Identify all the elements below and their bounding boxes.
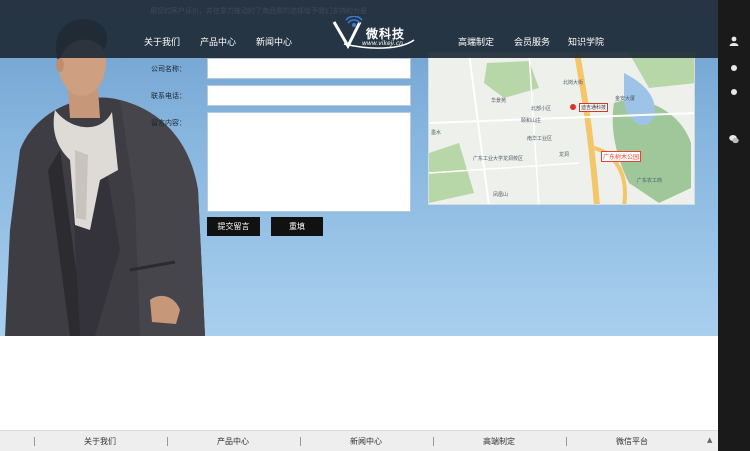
phone-label: 联系电话： xyxy=(151,92,186,100)
bottom-nav-news[interactable]: 新闻中心 xyxy=(350,436,382,447)
map-marker-label: 迪吉通科技 xyxy=(579,103,609,112)
page: 公司名称： 联系电话： 留言内容： 提交留言 重填 北岗大街 华景苑 金安大厦 … xyxy=(0,0,750,451)
map-label: 龙洞 xyxy=(559,152,570,158)
header-intro-text: 用您的客户评价，并在意力推动的了商品质的选择给予我们支持的为是 xyxy=(150,7,367,15)
nav-news[interactable]: 新闻中心 xyxy=(256,35,292,48)
bottom-nav-wechat[interactable]: 微信平台 xyxy=(616,436,648,447)
right-sidebar xyxy=(718,0,750,451)
back-to-top-icon[interactable]: ▲ xyxy=(707,436,712,444)
divider xyxy=(34,437,35,446)
company-input[interactable] xyxy=(207,58,411,79)
submit-button[interactable]: 提交留言 xyxy=(207,217,260,236)
dot-icon[interactable] xyxy=(729,63,739,73)
nav-custom[interactable]: 高端制定 xyxy=(458,35,494,48)
content-blank xyxy=(0,336,718,430)
nav-knowledge[interactable]: 知识学院 xyxy=(568,35,604,48)
user-icon[interactable] xyxy=(729,36,739,46)
map-label: 北部小区 xyxy=(531,106,552,112)
nav-products[interactable]: 产品中心 xyxy=(200,35,236,48)
map-label: 金安大厦 xyxy=(615,96,636,102)
message-textarea[interactable] xyxy=(207,112,411,212)
company-label: 公司名称： xyxy=(151,65,186,73)
bottom-nav-products[interactable]: 产品中心 xyxy=(217,436,249,447)
map-label: 南华工业区 xyxy=(527,136,553,142)
map-label: 北岗大街 xyxy=(563,80,584,86)
reset-button[interactable]: 重填 xyxy=(271,217,323,236)
bottom-nav-bar: 关于我们 产品中心 新闻中心 高端制定 微信平台 ▲ xyxy=(0,430,718,451)
message-label: 留言内容： xyxy=(151,119,186,127)
bottom-nav-about[interactable]: 关于我们 xyxy=(84,436,116,447)
nav-about[interactable]: 关于我们 xyxy=(144,35,180,48)
dot-icon[interactable] xyxy=(729,87,739,97)
map-label: 广东工业大学龙洞校区 xyxy=(473,156,524,162)
wechat-icon[interactable] xyxy=(729,134,739,144)
divider xyxy=(167,437,168,446)
divider xyxy=(566,437,567,446)
map-park-label: 广东树木公园 xyxy=(601,151,642,162)
map-label: 华景苑 xyxy=(491,98,507,104)
map-label: 凤凰山 xyxy=(493,192,509,198)
map-label: 墨水 xyxy=(431,130,442,136)
location-map[interactable]: 北岗大街 华景苑 金安大厦 北部小区 颐和山庄 南华工业区 广东工业大学龙洞校区… xyxy=(428,52,695,205)
phone-input[interactable] xyxy=(207,85,411,106)
divider xyxy=(433,437,434,446)
logo-url: www.vikeji.cn xyxy=(362,40,403,47)
nav-members[interactable]: 会员服务 xyxy=(514,35,550,48)
bottom-nav-custom[interactable]: 高端制定 xyxy=(483,436,515,447)
map-label: 颐和山庄 xyxy=(521,118,542,124)
map-label: 广东农工商 xyxy=(637,178,663,184)
site-header: 用您的客户评价，并在意力推动的了商品质的选择给予我们支持的为是 关于我们 产品中… xyxy=(0,0,718,58)
divider xyxy=(300,437,301,446)
